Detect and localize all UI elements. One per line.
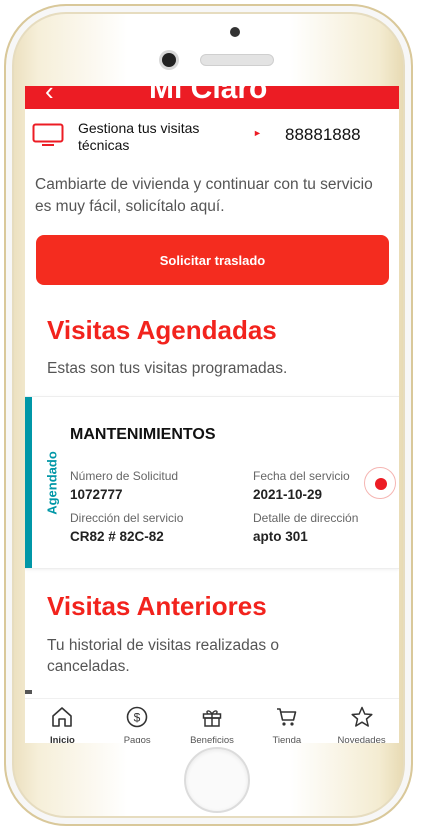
radio-dot-icon bbox=[375, 478, 387, 490]
front-sensor bbox=[230, 27, 240, 37]
previous-visits-title: Visitas Anteriores bbox=[47, 591, 267, 621]
list-edge-marker bbox=[25, 690, 32, 694]
address-detail-value: apto 301 bbox=[253, 529, 308, 544]
visit-type: MANTENIMIENTOS bbox=[70, 426, 216, 443]
nav-item-tienda[interactable]: Tienda bbox=[249, 699, 324, 743]
service-address-value: CR82 # 82C-82 bbox=[70, 529, 164, 544]
request-number-value: 1072777 bbox=[70, 487, 123, 502]
service-address-label: Dirección del servicio bbox=[70, 511, 184, 525]
star-icon bbox=[351, 706, 373, 727]
app-screen: ‹ Mi Claro Gestiona tus visitas técnicas… bbox=[25, 86, 399, 743]
svg-text:$: $ bbox=[134, 711, 141, 725]
visit-select-radio[interactable] bbox=[364, 467, 396, 499]
previous-visits-subtitle: Tu historial de visitas realizadas o can… bbox=[47, 637, 280, 675]
nav-item-beneficios[interactable]: Beneficios bbox=[175, 699, 250, 743]
service-date-value: 2021-10-29 bbox=[253, 487, 323, 502]
tech-visits-label: Gestiona tus visitas técnicas bbox=[78, 120, 200, 153]
cart-icon bbox=[276, 708, 297, 726]
nav-label-beneficios: Beneficios bbox=[190, 735, 234, 743]
home-icon bbox=[52, 707, 73, 727]
play-arrow-icon: ► bbox=[253, 128, 262, 138]
request-number-label: Número de Solicitud bbox=[70, 469, 179, 483]
request-transfer-button[interactable]: Solicitar traslado bbox=[36, 235, 389, 285]
nav-label-pagos: Pagos bbox=[123, 735, 151, 743]
earpiece-speaker bbox=[200, 54, 274, 66]
nav-item-inicio[interactable]: Inicio bbox=[25, 699, 100, 743]
tech-visits-row[interactable]: Gestiona tus visitas técnicas ► 88881888 bbox=[25, 116, 399, 156]
app-header: ‹ Mi Claro bbox=[25, 86, 399, 109]
move-service-text: Cambiarte de vivienda y continuar con tu… bbox=[35, 176, 373, 215]
back-arrow-icon[interactable]: ‹ bbox=[45, 86, 54, 107]
nav-label-novedades: Novedades bbox=[337, 735, 386, 743]
bottom-nav: Inicio $ Pagos Beneficios Tienda Novedad… bbox=[25, 698, 399, 743]
status-badge: Agendado bbox=[44, 451, 60, 515]
scheduled-visits-title: Visitas Agendadas bbox=[47, 315, 277, 345]
address-detail-label: Detalle de dirección bbox=[253, 511, 359, 525]
nav-label-inicio: Inicio bbox=[49, 735, 75, 743]
dollar-icon: $ bbox=[126, 706, 148, 728]
nav-label-tienda: Tienda bbox=[272, 735, 302, 743]
nav-item-pagos[interactable]: $ Pagos bbox=[100, 699, 175, 743]
gift-icon bbox=[202, 710, 222, 727]
tv-icon bbox=[32, 123, 64, 146]
status-stripe bbox=[25, 397, 32, 568]
app-title: Mi Claro bbox=[149, 86, 268, 105]
visit-card[interactable]: Agendado MANTENIMIENTOS Número de Solici… bbox=[25, 396, 399, 569]
home-button[interactable] bbox=[184, 747, 250, 813]
tech-visits-phone[interactable]: 88881888 bbox=[285, 125, 361, 145]
scheduled-visits-subtitle: Estas son tus visitas programadas. bbox=[47, 360, 288, 377]
service-date-label: Fecha del servicio bbox=[253, 469, 350, 483]
front-camera bbox=[162, 53, 176, 67]
nav-item-novedades[interactable]: Novedades bbox=[324, 699, 399, 743]
